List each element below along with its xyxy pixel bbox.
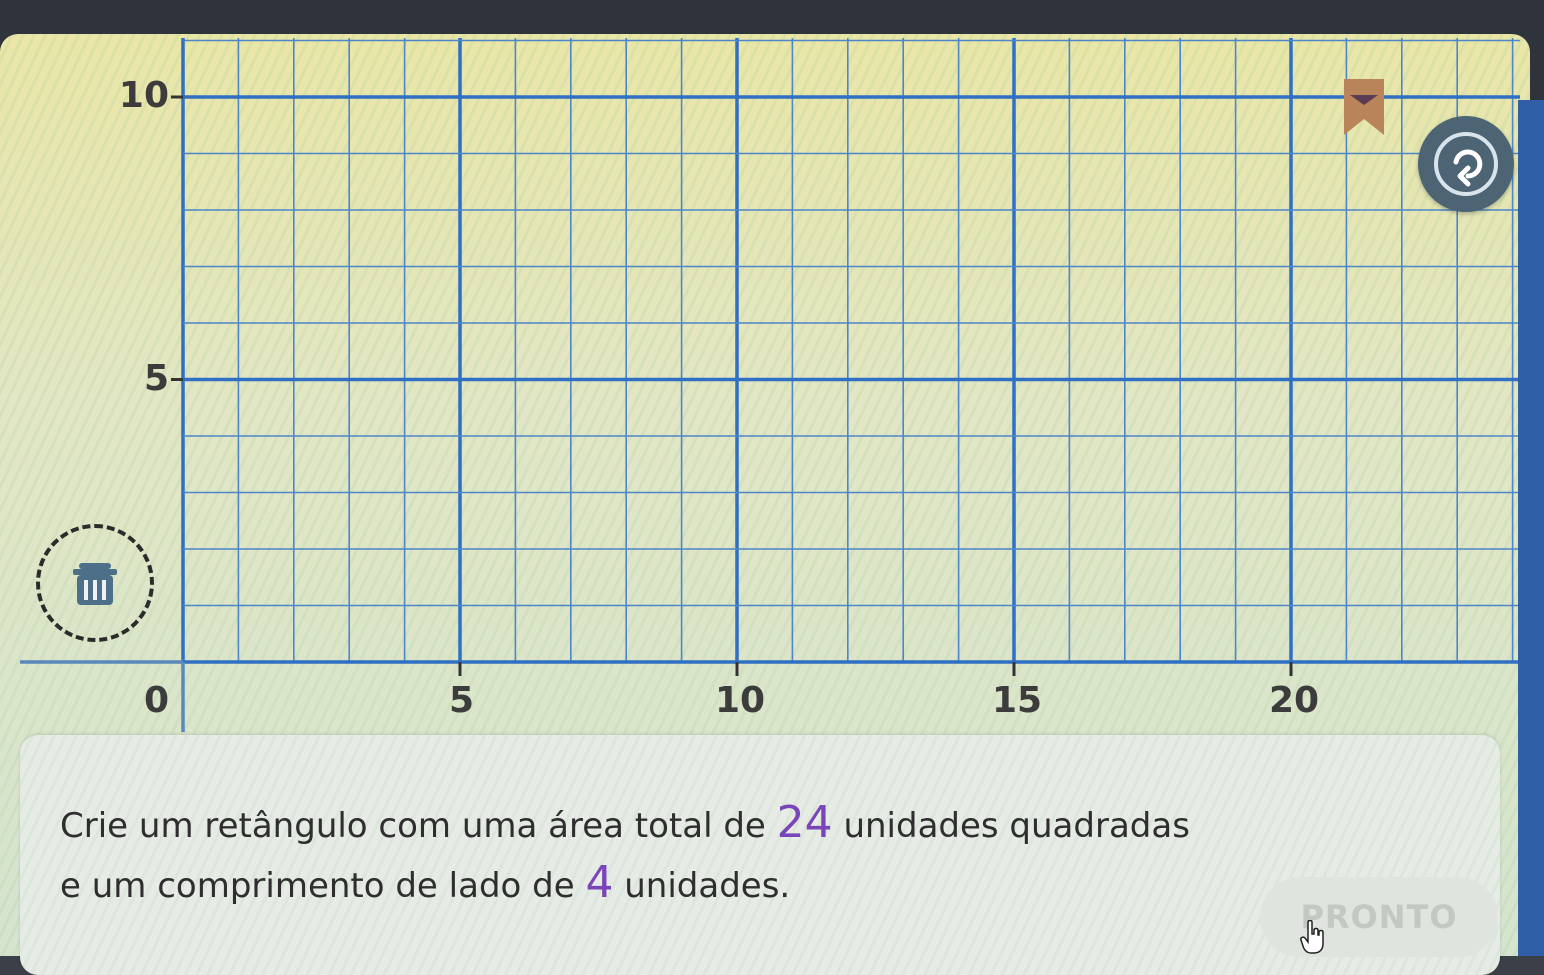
y-axis-label: 0 <box>143 680 169 721</box>
instruction-text: e um comprimento de lado de <box>60 866 586 906</box>
x-axis-label: 10 <box>715 680 766 721</box>
instruction-line-1: Crie um retângulo com uma área total de … <box>60 797 1190 848</box>
x-axis-label: 5 <box>449 680 475 721</box>
x-axis-label: 15 <box>992 680 1043 721</box>
y-axis-label: 10 <box>118 75 169 116</box>
instruction-text: unidades quadradas <box>832 806 1190 846</box>
instruction-line-2: e um comprimento de lado de 4 unidades. <box>60 857 790 908</box>
bookmark-icon[interactable] <box>1342 79 1386 135</box>
hand-cursor-icon <box>1300 920 1324 954</box>
bookmark-icon <box>1344 79 1384 135</box>
instruction-panel: Crie um retângulo com uma área total de … <box>20 735 1500 975</box>
target-area-value: 24 <box>776 797 833 848</box>
y-axis-label: 5 <box>143 357 169 399</box>
x-axis-label: 20 <box>1269 680 1320 721</box>
instruction-text: Crie um retângulo com uma área total de <box>60 806 777 846</box>
done-button[interactable]: PRONTO <box>1260 877 1498 957</box>
reset-button[interactable] <box>1418 116 1514 212</box>
window-edge <box>1518 100 1544 956</box>
target-side-value: 4 <box>585 857 614 908</box>
instruction-text: unidades. <box>613 866 791 906</box>
reset-icon <box>1434 132 1498 196</box>
trash-drop-zone[interactable] <box>36 524 154 642</box>
app-window: 10 5 0 5 10 15 20 Crie um retângulo com uma ár… <box>0 0 1544 975</box>
trash-icon <box>73 563 117 605</box>
